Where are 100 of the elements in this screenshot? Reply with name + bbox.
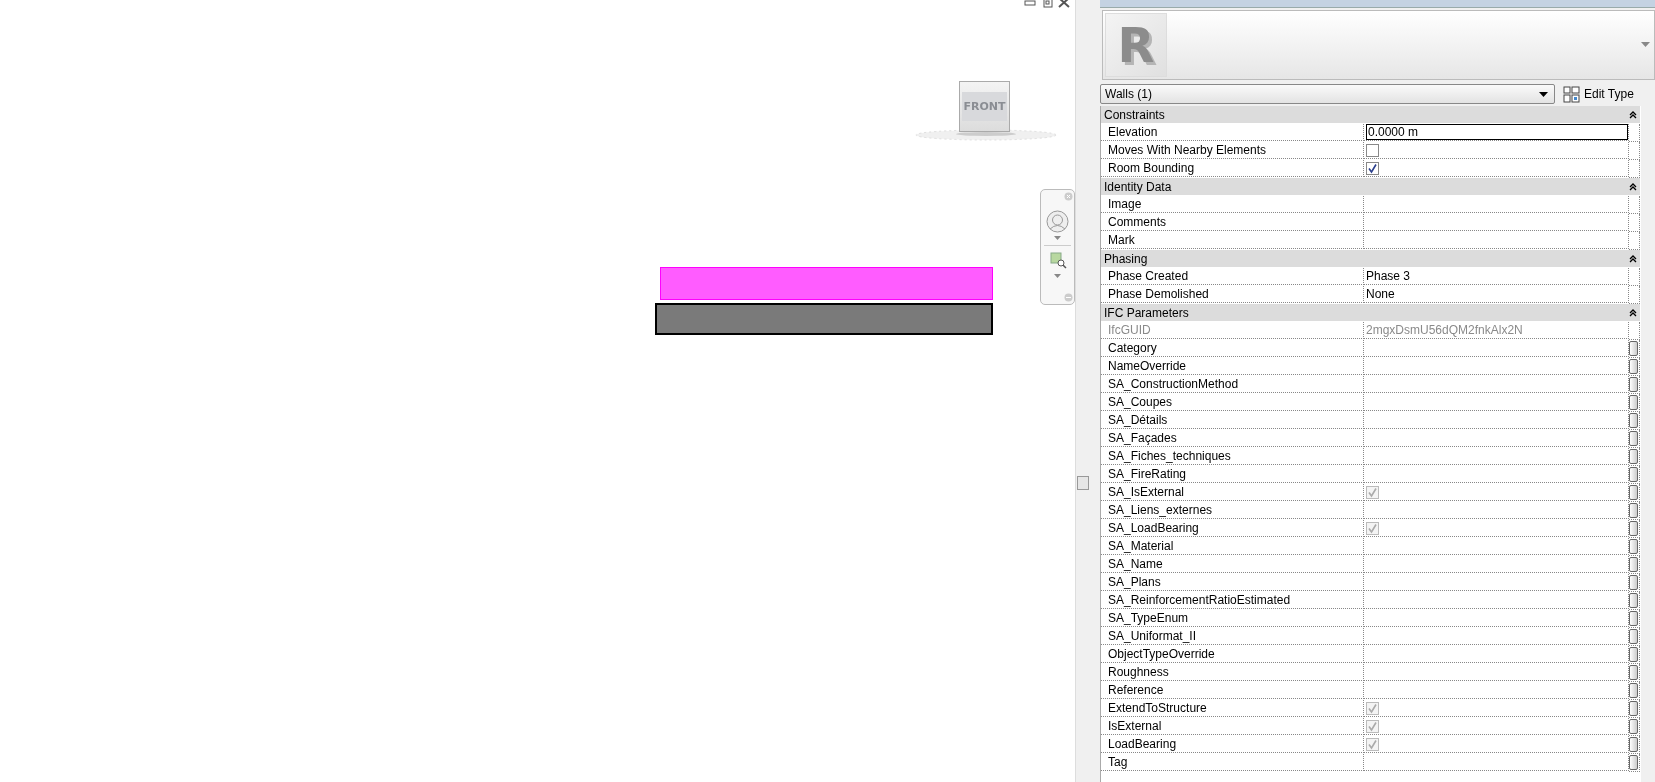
property-name: SA_ReinforcementRatioEstimated: [1101, 592, 1364, 609]
value-cell[interactable]: [1364, 646, 1629, 663]
value-cell[interactable]: [1364, 232, 1629, 249]
wall[interactable]: [655, 303, 993, 335]
caret-icon[interactable]: [1054, 236, 1061, 240]
group-header[interactable]: Phasing: [1101, 250, 1640, 268]
dropdown-arrow-icon[interactable]: [1641, 42, 1650, 48]
property-name: Phase Demolished: [1101, 286, 1364, 303]
dropdown-arrow-icon: [1539, 91, 1548, 97]
property-name: Mark: [1101, 232, 1364, 249]
value-cell[interactable]: None: [1364, 286, 1629, 303]
property-name: SA_Liens_externes: [1101, 502, 1364, 519]
group-header[interactable]: Identity Data: [1101, 178, 1640, 196]
property-name: Reference: [1101, 682, 1364, 699]
value-cell[interactable]: [1364, 538, 1629, 555]
property-name: SA_Plans: [1101, 574, 1364, 591]
collapse-icon[interactable]: [1629, 254, 1637, 263]
property-name: ObjectTypeOverride: [1101, 646, 1364, 663]
property-name: Comments: [1101, 214, 1364, 231]
property-name: SA_FireRating: [1101, 466, 1364, 483]
property-name: SA_Name: [1101, 556, 1364, 573]
property-value: None: [1366, 287, 1395, 301]
steering-wheel-icon[interactable]: [1046, 210, 1069, 233]
property-name: SA_TypeEnum: [1101, 610, 1364, 627]
collapse-icon[interactable]: [1629, 308, 1637, 317]
collapse-icon[interactable]: [1629, 182, 1637, 191]
logo: R: [1105, 13, 1167, 77]
value-cell[interactable]: Phase 3: [1364, 268, 1629, 285]
collapse-icon[interactable]: [1629, 110, 1637, 119]
group-title: IFC Parameters: [1104, 305, 1189, 320]
group-header[interactable]: IFC Parameters: [1101, 304, 1640, 322]
property-name: IsExternal: [1101, 718, 1364, 735]
property-name: LoadBearing: [1101, 736, 1364, 753]
property-name: SA_Uniformat_II: [1101, 628, 1364, 645]
edit-type-button[interactable]: Edit Type: [1561, 85, 1636, 103]
property-name: SA_IsExternal: [1101, 484, 1364, 501]
value-cell[interactable]: [1364, 610, 1629, 627]
value-cell[interactable]: [1364, 664, 1629, 681]
value-cell[interactable]: [1364, 520, 1629, 537]
property-value: 2mgxDsmU56dQM2fnkAlx2N: [1366, 323, 1523, 337]
group-title: Phasing: [1104, 251, 1148, 266]
property-name: Moves With Nearby Elements: [1101, 142, 1364, 159]
type-selector-value: Walls (1): [1105, 87, 1153, 101]
value-cell[interactable]: [1364, 682, 1629, 699]
property-name: Phase Created: [1101, 268, 1364, 285]
value-cell[interactable]: [1364, 196, 1629, 213]
value-cell[interactable]: [1364, 358, 1629, 375]
property-name: SA_Fiches_techniques: [1101, 448, 1364, 465]
caret-icon[interactable]: [1054, 274, 1061, 278]
value-field[interactable]: 0.0000 m: [1366, 124, 1628, 140]
property-name: NameOverride: [1101, 358, 1364, 375]
group-title: Constraints: [1104, 107, 1165, 122]
property-name: SA_LoadBearing: [1101, 520, 1364, 537]
group-title: Identity Data: [1104, 179, 1172, 194]
value-cell[interactable]: [1364, 628, 1629, 645]
property-value: Phase 3: [1366, 269, 1411, 283]
property-name: Tag: [1101, 754, 1364, 771]
table-cell: [1629, 124, 1640, 142]
value-cell[interactable]: [1364, 736, 1629, 753]
value-cell[interactable]: [1364, 394, 1629, 411]
value-cell[interactable]: [1364, 160, 1629, 177]
value-cell[interactable]: [1364, 574, 1629, 591]
table-cell: [1629, 214, 1640, 232]
value-cell[interactable]: [1364, 376, 1629, 393]
group-header[interactable]: Constraints: [1101, 106, 1640, 124]
viewcube-label: FRONT: [962, 92, 1007, 121]
property-name: Room Bounding: [1101, 160, 1364, 177]
scrollbar-thumb[interactable]: [1077, 476, 1089, 490]
table-cell: [1629, 142, 1640, 160]
property-name: SA_Material: [1101, 538, 1364, 555]
value-cell[interactable]: [1364, 412, 1629, 429]
checkbox[interactable]: [1366, 161, 1379, 175]
value-cell[interactable]: [1364, 592, 1629, 609]
value-cell[interactable]: [1364, 718, 1629, 735]
property-name: SA_ConstructionMethod: [1101, 376, 1364, 393]
property-name: IfcGUID: [1101, 322, 1364, 339]
property-name: Category: [1101, 340, 1364, 357]
property-name: Image: [1101, 196, 1364, 213]
property-name: SA_Détails: [1101, 412, 1364, 429]
value-cell[interactable]: [1364, 484, 1629, 501]
value-cell[interactable]: [1364, 214, 1629, 231]
type-selector[interactable]: Walls (1): [1100, 84, 1555, 104]
property-name: SA_Coupes: [1101, 394, 1364, 411]
value-cell[interactable]: [1364, 754, 1629, 771]
value-cell[interactable]: [1364, 142, 1629, 159]
scrollbar[interactable]: [1075, 0, 1098, 782]
property-name: Roughness: [1101, 664, 1364, 681]
checkbox[interactable]: [1366, 143, 1379, 157]
table-cell: [1629, 196, 1640, 214]
value-cell[interactable]: [1364, 466, 1629, 483]
table-cell: [1629, 268, 1640, 286]
value-cell[interactable]: [1364, 700, 1629, 717]
edit-type-icon: [1563, 85, 1580, 103]
value-cell[interactable]: [1364, 448, 1629, 465]
property-name: ExtendToStructure: [1101, 700, 1364, 717]
value-cell[interactable]: [1364, 502, 1629, 519]
value-cell[interactable]: [1364, 556, 1629, 573]
value-cell[interactable]: [1364, 340, 1629, 357]
value-cell[interactable]: [1364, 430, 1629, 447]
zoom-icon[interactable]: [1050, 252, 1067, 269]
